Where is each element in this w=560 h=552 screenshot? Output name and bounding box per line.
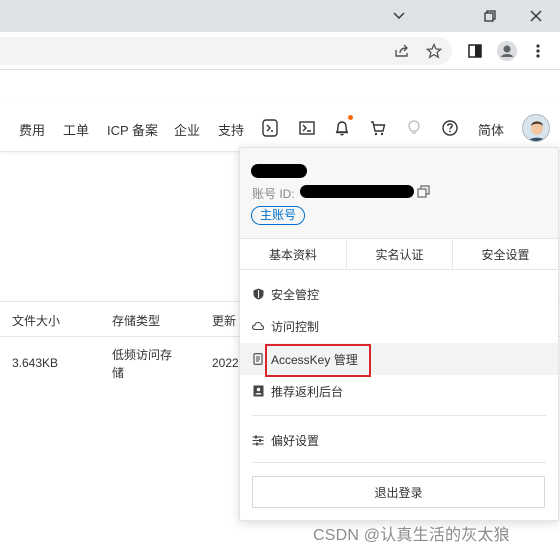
nav-icp[interactable]: ICP 备案 [107,120,158,139]
bookmark-button[interactable] [420,37,448,65]
lightbulb-icon [408,120,420,134]
side-panel-icon [468,44,482,58]
profile-button[interactable] [493,37,521,65]
browser-menu-button[interactable] [524,37,552,65]
menu-access-control[interactable]: 访问控制 [240,310,558,342]
side-panel-button[interactable] [461,37,489,65]
menu-divider [252,462,546,463]
key-icon [252,353,264,365]
column-storage-type[interactable]: 存储类型 [112,312,160,329]
nav-enterprise[interactable]: 企业 [174,120,200,139]
more-vert-icon [536,44,540,58]
star-icon [426,43,442,59]
share-button[interactable] [388,37,416,65]
avatar[interactable] [522,114,550,142]
tab-basic-info[interactable]: 基本资料 [240,239,346,269]
terminal-button[interactable] [296,117,318,139]
tab-real-name[interactable]: 实名认证 [346,239,452,269]
cart-icon [371,121,386,136]
restore-icon [484,10,496,22]
help-button[interactable] [439,117,461,139]
nav-tickets[interactable]: 工单 [63,120,89,139]
redacted-account-id [300,185,414,198]
column-file-size[interactable]: 文件大小 [12,312,60,329]
menu-label: 偏好设置 [271,433,320,448]
cloud-shell-button[interactable] [259,117,281,139]
menu-label: 访问控制 [271,319,320,334]
redacted-username [251,164,307,178]
main-account-badge: 主账号 [251,206,306,225]
profile-icon [497,41,517,61]
menu-label: 安全管控 [271,287,320,302]
help-icon [442,120,458,136]
column-updated[interactable]: 更新 [212,312,236,329]
cell-file-size: 3.643KB [12,356,59,370]
notification-dot [348,115,353,120]
account-dropdown: 账号 ID: 主账号 基本资料 实名认证 安全设置 安全管控 访问控制 Acce… [239,147,559,521]
tab-security-settings[interactable]: 安全设置 [452,239,558,269]
close-icon [530,10,542,22]
restore-button[interactable] [467,0,513,32]
nav-billing[interactable]: 费用 [19,120,45,139]
menu-divider [252,415,546,416]
logout-button[interactable]: 退出登录 [252,476,545,508]
sliders-icon [252,434,264,446]
cloud-shell-icon [262,119,278,137]
terminal-icon [299,121,315,135]
address-bar[interactable] [0,37,452,65]
notifications-button[interactable] [331,117,353,139]
shield-icon [252,288,264,300]
menu-preferences[interactable]: 偏好设置 [240,424,558,456]
copy-icon[interactable] [417,185,431,199]
account-id-label: 账号 ID: [252,187,295,201]
cart-button[interactable] [367,117,389,139]
language-switch[interactable]: 简体 [478,120,504,139]
cloud-icon [252,320,264,332]
portrait-icon [252,385,264,397]
browser-titlebar [0,0,560,32]
account-tabs: 基本资料 实名认证 安全设置 [240,238,558,270]
highlight-box [265,344,371,377]
cell-storage-type: 低频访问存 储 [112,348,173,380]
cell-updated: 2022 [212,356,239,370]
chevron-down-icon [393,12,405,19]
nav-support[interactable]: 支持 [218,120,244,139]
browser-toolbar [0,32,560,70]
watermark: CSDN @认真生活的灰太狼 [313,527,510,544]
close-window-button[interactable] [513,0,559,32]
minimize-button[interactable] [376,0,422,32]
menu-label: 推荐返利后台 [271,384,344,399]
menu-security-control[interactable]: 安全管控 [240,278,558,310]
tips-button[interactable] [403,117,425,139]
bell-icon [335,121,349,136]
share-icon [395,44,408,57]
account-header: 账号 ID: 主账号 [240,148,558,238]
menu-referral-backend[interactable]: 推荐返利后台 [240,375,558,407]
